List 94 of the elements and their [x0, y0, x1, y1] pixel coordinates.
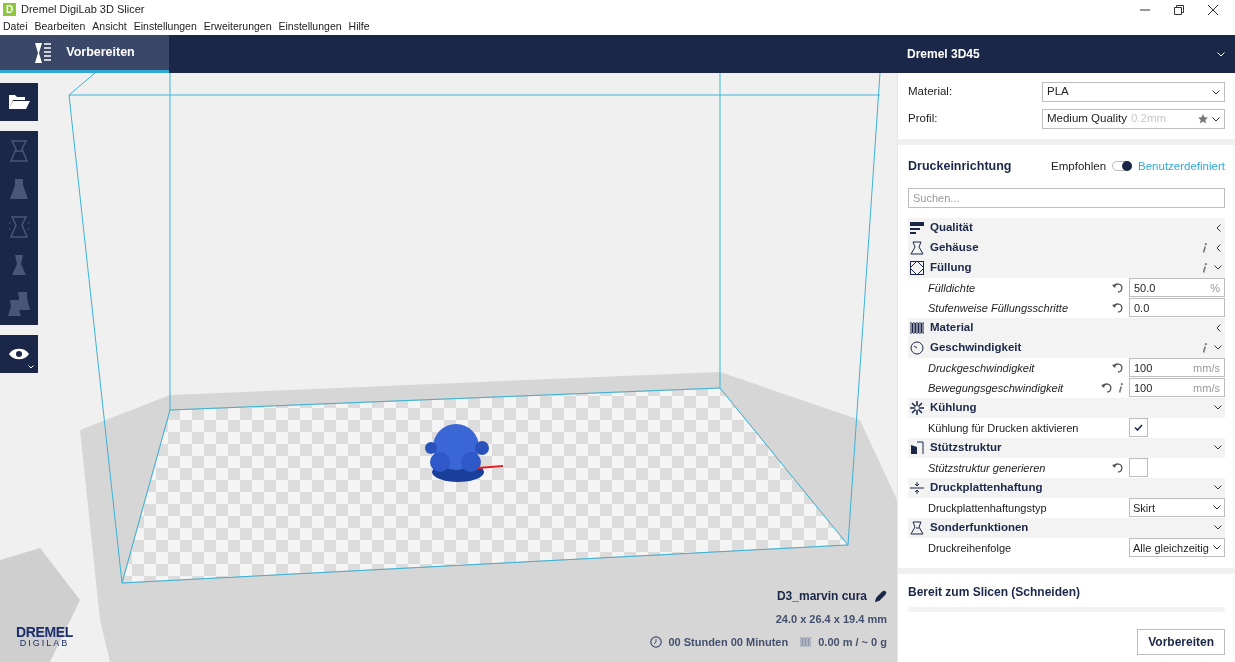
chevron-down-icon	[1217, 51, 1225, 57]
flask-icon	[910, 520, 924, 535]
checkmark-icon	[1134, 424, 1143, 432]
info-icon[interactable]	[1202, 262, 1207, 273]
object-dimensions: 24.0 x 26.4 x 19.4 mm	[775, 612, 887, 627]
star-icon	[1198, 114, 1208, 124]
adhesion-icon	[910, 480, 924, 495]
app-icon: D	[3, 3, 16, 16]
category-header[interactable]: Kühlung	[930, 399, 977, 417]
number-input[interactable]: 100 mm/s	[1129, 378, 1225, 398]
chevron-down-icon[interactable]	[1214, 525, 1222, 531]
quality-icon	[910, 221, 924, 234]
setting-label: Druckgeschwindigkeit	[928, 360, 1035, 376]
filament-icon	[910, 320, 924, 335]
section-title: Druckeinrichtung	[908, 158, 1012, 175]
shell-icon	[910, 240, 924, 255]
checkbox[interactable]	[1129, 458, 1148, 478]
layers-icon	[34, 41, 53, 64]
filament-icon	[800, 635, 813, 648]
chevron-down-icon	[1212, 89, 1220, 95]
robot-model-drawing	[425, 424, 489, 482]
chevron-down-icon	[1212, 116, 1220, 122]
print-time: 00 Stunden 00 Minuten	[668, 634, 789, 650]
menu-item[interactable]: Ansicht	[92, 19, 127, 35]
chevron-down-icon	[1213, 545, 1221, 551]
chevron-down-icon[interactable]	[1214, 405, 1222, 411]
field-label: Material:	[908, 84, 954, 100]
material-dropdown[interactable]: PLA	[1042, 82, 1225, 102]
recommended-label[interactable]: Empfohlen	[1051, 157, 1107, 175]
setting-label: Kühlung für Drucken aktivieren	[928, 420, 1079, 436]
menu-item[interactable]: Hilfe	[348, 19, 370, 35]
brand-logo: DREMEL	[16, 625, 73, 639]
chevron-left-icon[interactable]	[1215, 223, 1221, 232]
menu-item[interactable]: Bearbeiten	[34, 19, 86, 35]
clock-icon	[650, 635, 663, 648]
close-icon[interactable]	[1208, 4, 1218, 15]
chevron-down-icon[interactable]	[1214, 445, 1222, 451]
brand-subtitle: DIGILAB	[19, 639, 70, 648]
number-input[interactable]: 100 mm/s	[1129, 358, 1225, 378]
menu-item[interactable]: Einstellungen	[278, 19, 342, 35]
filament-usage: 0.00 m / ~ 0 g	[818, 634, 887, 650]
search-field[interactable]: Suchen...	[908, 187, 1225, 208]
setting-label: Bewegungsgeschwindigkeit	[928, 380, 1064, 396]
pencil-icon[interactable]	[875, 590, 887, 602]
setting-label: Druckplattenhaftungstyp	[928, 500, 1047, 516]
info-icon[interactable]	[1202, 342, 1207, 353]
chevron-down-icon[interactable]	[1214, 345, 1222, 351]
dropdown[interactable]: Alle gleichzeitig	[1129, 538, 1225, 558]
dropdown[interactable]: Skirt	[1129, 498, 1225, 518]
category-header[interactable]: Material	[930, 319, 974, 337]
checkbox[interactable]	[1129, 418, 1148, 438]
folder-icon	[8, 94, 30, 110]
chevron-down-icon[interactable]	[1214, 485, 1222, 491]
view-mode-button[interactable]	[0, 335, 38, 373]
setting-label: Stützstruktur generieren	[928, 460, 1046, 476]
category-header[interactable]: Qualität	[930, 219, 973, 237]
reset-icon[interactable]	[1112, 462, 1123, 473]
chevron-down-icon	[28, 365, 34, 369]
menu-item[interactable]: Datei	[3, 19, 28, 35]
setting-label: Stufenweise Füllungsschritte	[928, 300, 1068, 316]
chevron-left-icon[interactable]	[1215, 243, 1221, 252]
window-title: Dremel DigiLab 3D Slicer	[21, 2, 145, 18]
category-header[interactable]: Füllung	[930, 259, 972, 277]
reset-icon[interactable]	[1101, 382, 1112, 393]
build-plate-viewport[interactable]: DREMEL DIGILAB D3_marvin cura 24.0 x 26.4 x 19.4 mm 00 Stunden 00 Minuten 0.00 m / ~ 0 g	[0, 73, 897, 662]
menu-item[interactable]: Einstellungen	[133, 19, 197, 35]
support-icon	[910, 440, 924, 455]
menu-item[interactable]: Erweiterungen	[203, 19, 272, 35]
printer-selector[interactable]: Dremel 3D45	[897, 35, 1235, 73]
setting-label: Druckreihenfolge	[928, 540, 1012, 556]
number-input[interactable]: 0.0	[1129, 298, 1225, 318]
category-header[interactable]: Stützstruktur	[930, 439, 1002, 457]
setting-label: Fülldichte	[928, 280, 976, 296]
speedometer-icon	[910, 340, 924, 355]
number-input[interactable]: 50.0 %	[1129, 278, 1225, 298]
slice-status: Bereit zum Slicen (Schneiden)	[908, 584, 1082, 601]
chevron-left-icon[interactable]	[1215, 323, 1221, 332]
info-icon[interactable]	[1118, 382, 1123, 393]
field-label: Profil:	[908, 111, 939, 127]
open-file-button[interactable]	[0, 83, 38, 121]
axis-line	[477, 465, 504, 469]
reset-icon[interactable]	[1112, 302, 1123, 313]
restore-icon[interactable]	[1174, 4, 1184, 15]
chevron-down-icon[interactable]	[1214, 265, 1222, 271]
chevron-down-icon	[1213, 505, 1221, 511]
eye-icon	[8, 347, 30, 361]
stage-tab[interactable]: Vorbereiten	[0, 35, 169, 73]
info-icon[interactable]	[1202, 242, 1207, 253]
object-name: D3_marvin cura	[776, 588, 867, 605]
category-header[interactable]: Gehäuse	[930, 239, 979, 257]
reset-icon[interactable]	[1112, 362, 1123, 373]
reset-icon[interactable]	[1112, 282, 1123, 293]
infill-icon	[910, 260, 924, 275]
prepare-button[interactable]: Vorbereiten	[1137, 629, 1225, 655]
